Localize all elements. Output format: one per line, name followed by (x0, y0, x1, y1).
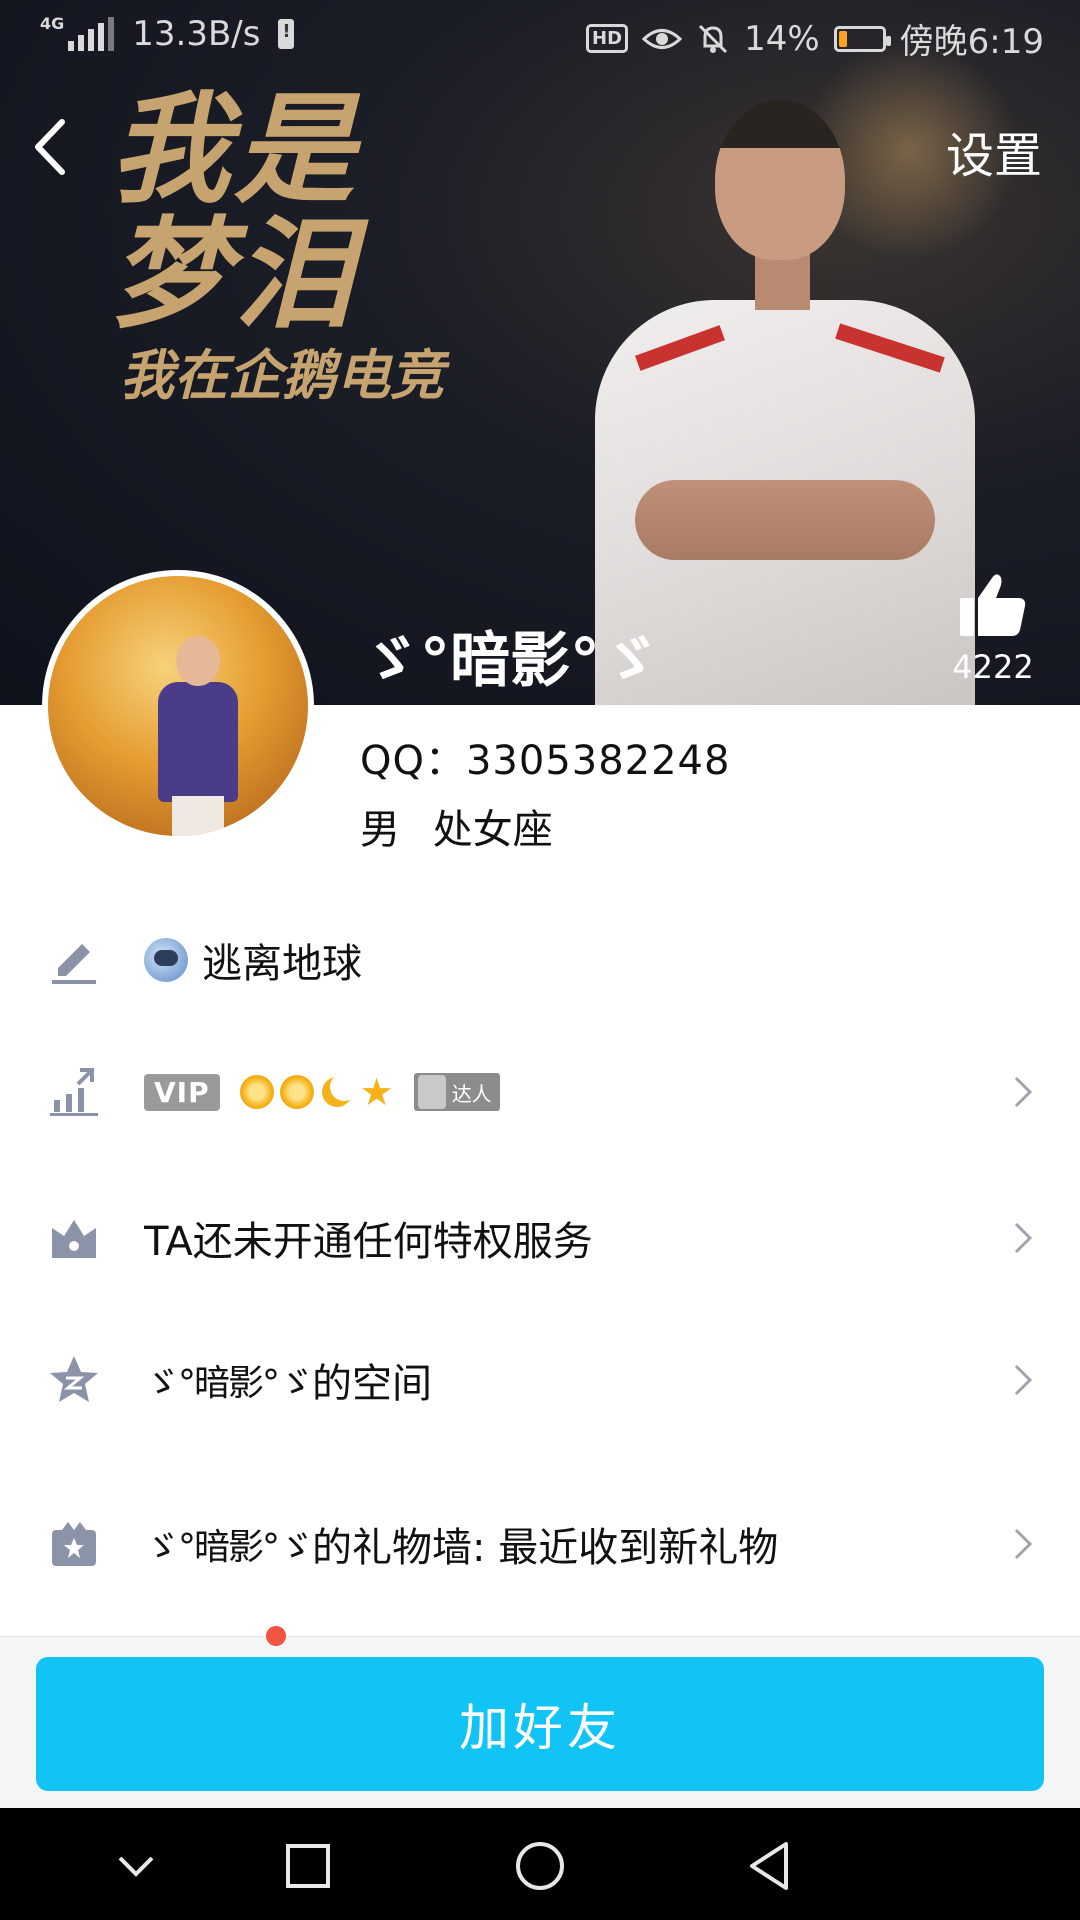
gift-wall-row[interactable]: ゞ°暗影°ゞ 的礼物墙: 最近收到新礼物 (0, 1484, 1080, 1604)
notification-dot (266, 1626, 286, 1646)
cover-title-line1: 我是 (110, 79, 358, 220)
space-suffix: 的空间 (312, 1361, 433, 1407)
daren-badge: 达人 (413, 1073, 500, 1111)
nav-recents-icon[interactable] (278, 1836, 338, 1896)
settings-button[interactable]: 设置 (946, 116, 1042, 186)
level-chart-icon (50, 1068, 98, 1116)
bell-badge-icon (417, 1075, 446, 1109)
add-friend-button[interactable]: 加好友 (36, 1657, 1044, 1791)
chevron-right-icon (1014, 1222, 1033, 1254)
clock: 傍晚6:19 (899, 22, 1044, 62)
qzone-row[interactable]: ゞ°暗影°ゞ 的空间 (0, 1320, 1080, 1440)
sun-icon (239, 1075, 274, 1109)
signature-row: 逃离地球 (0, 900, 1080, 1020)
sun-icon (279, 1075, 314, 1109)
nickname-decoration: ゞ°暗影°ゞ (144, 1527, 314, 1568)
zodiac: 处女座 (432, 807, 553, 853)
cover-title: 我是 梦泪 我在企鹅电竞 (110, 90, 444, 410)
cover-title-line2: 梦泪 (110, 204, 358, 345)
status-bar: 4G 13.3B/s HD 14% 傍晚6:19 (0, 0, 1080, 72)
gift-icon (52, 1522, 96, 1566)
battery-percent: 14% (744, 18, 820, 59)
qzone-star-icon (50, 1356, 98, 1402)
qq-number: QQ：3305382248 (360, 738, 731, 784)
network-speed: 13.3B/s (132, 14, 261, 54)
star-icon: ★ (359, 1073, 394, 1111)
nav-down-icon[interactable] (106, 1836, 166, 1896)
nav-back-icon[interactable] (740, 1836, 800, 1896)
likes-count: 4222 (952, 648, 1034, 686)
vip-badge: VIP (144, 1073, 220, 1111)
level-row[interactable]: VIP ★ 达人 (0, 1032, 1080, 1152)
nickname: ゞ°暗影°ゞ (360, 625, 660, 696)
like-button[interactable]: 4222 (938, 572, 1048, 686)
hd-icon: HD (586, 24, 629, 53)
signal-icon: 4G (40, 16, 115, 51)
bottom-action-bar: 加好友 (0, 1636, 1080, 1809)
chevron-right-icon (1014, 1528, 1033, 1560)
crown-icon (52, 1220, 96, 1258)
nav-home-icon[interactable] (510, 1836, 570, 1896)
mute-bell-icon (699, 24, 728, 53)
thumbs-up-icon (960, 574, 1026, 636)
cover-title-line3: 我在企鹅电竞 (120, 343, 444, 407)
signature-text: 逃离地球 (202, 941, 362, 987)
avatar[interactable] (42, 570, 314, 842)
gift-suffix: 的礼物墙: 最近收到新礼物 (312, 1525, 779, 1571)
nickname-decoration: ゞ°暗影°ゞ (144, 1363, 314, 1404)
system-nav-bar (0, 1808, 1080, 1920)
astronaut-emoji-icon (144, 938, 188, 982)
sim-alert-icon (278, 19, 295, 49)
privilege-text: TA还未开通任何特权服务 (144, 1219, 593, 1265)
pencil-icon (52, 944, 96, 984)
privilege-row[interactable]: TA还未开通任何特权服务 (0, 1178, 1080, 1298)
profile-details: 男 处女座 (360, 797, 573, 855)
back-arrow-icon[interactable] (26, 112, 76, 182)
level-icons: ★ (239, 1073, 394, 1111)
chevron-right-icon (1014, 1364, 1033, 1396)
chevron-right-icon (1014, 1076, 1033, 1108)
eye-icon (642, 28, 683, 49)
moon-icon (320, 1073, 358, 1109)
gender: 男 (360, 807, 400, 853)
battery-icon (833, 25, 891, 52)
